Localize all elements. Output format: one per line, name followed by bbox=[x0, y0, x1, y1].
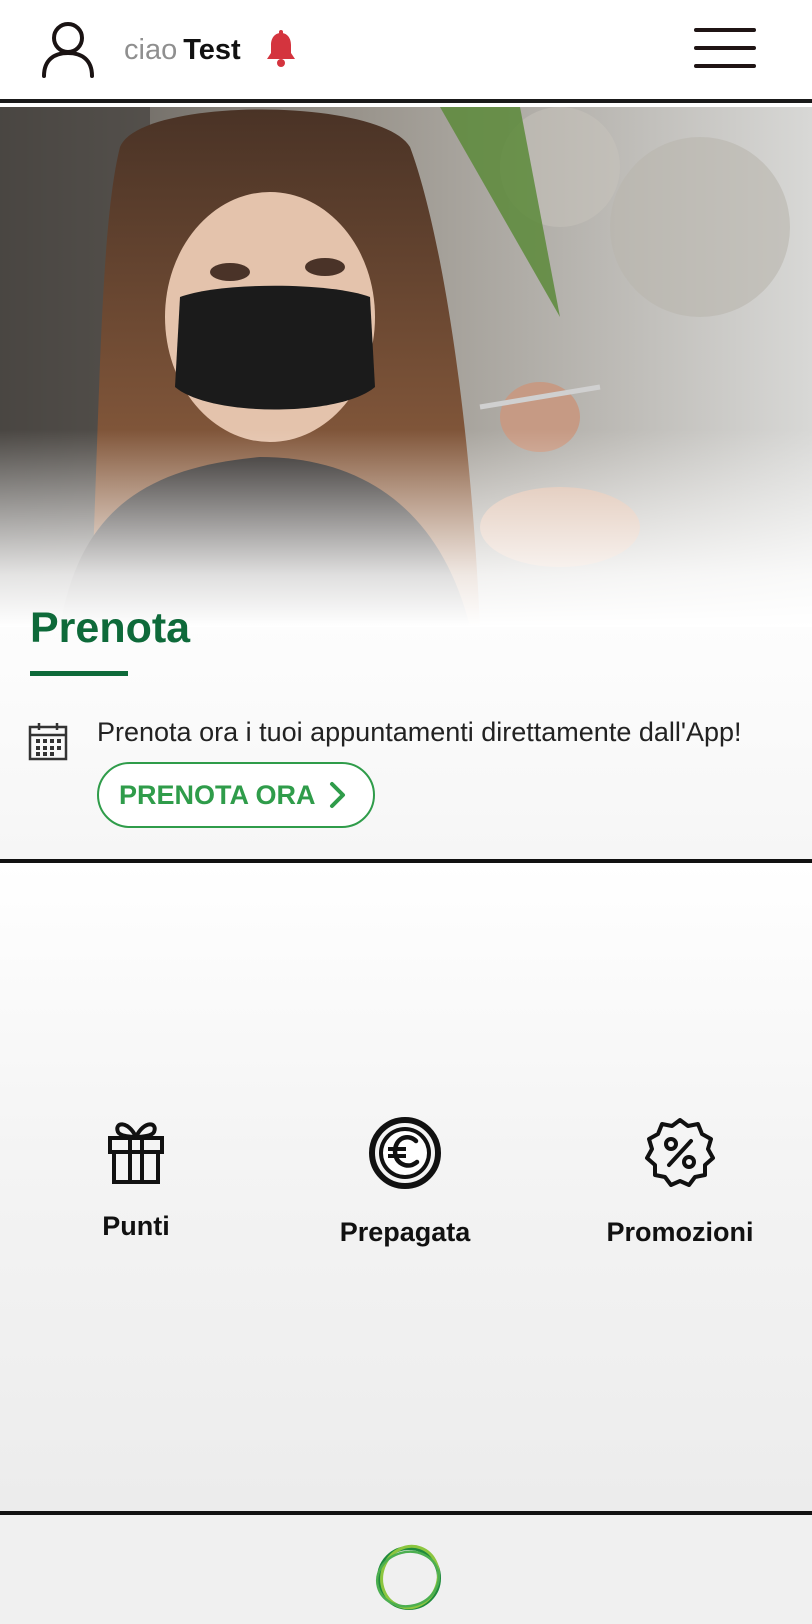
ring-logo-icon[interactable] bbox=[374, 1543, 444, 1613]
booking-description: Prenota ora i tuoi appuntamenti direttam… bbox=[97, 717, 742, 747]
greeting-prefix: ciao bbox=[124, 34, 178, 66]
action-label: Promozioni bbox=[606, 1217, 754, 1247]
booking-hero: Prenota Prenota ora i tuoi appuntamenti … bbox=[0, 107, 812, 859]
quick-actions: Punti Prepagata Promozioni bbox=[0, 863, 812, 1511]
calendar-icon bbox=[28, 723, 68, 761]
title-underline bbox=[30, 671, 128, 676]
book-now-button[interactable]: PRENOTA ORA bbox=[97, 762, 375, 828]
greeting: ciao Test bbox=[124, 30, 241, 70]
action-prepagata[interactable]: Prepagata bbox=[295, 1116, 515, 1250]
hamburger-menu-icon[interactable] bbox=[692, 22, 760, 74]
bell-icon[interactable] bbox=[264, 30, 298, 68]
bottom-bar bbox=[0, 1515, 812, 1624]
app-header: ciao Test bbox=[0, 0, 812, 103]
chevron-right-icon bbox=[329, 782, 345, 808]
book-now-label: PRENOTA ORA bbox=[119, 779, 316, 810]
user-name: Test bbox=[183, 34, 241, 66]
action-label: Prepagata bbox=[339, 1217, 471, 1247]
hero-fade-overlay bbox=[0, 107, 812, 627]
percent-badge-icon bbox=[645, 1118, 715, 1187]
action-label: Punti bbox=[102, 1211, 170, 1241]
section-title: Prenota bbox=[30, 604, 191, 652]
action-punti[interactable]: Punti bbox=[26, 1116, 246, 1244]
euro-coin-icon bbox=[369, 1117, 441, 1189]
gift-icon bbox=[108, 1122, 164, 1184]
action-promozioni[interactable]: Promozioni bbox=[570, 1116, 790, 1250]
user-icon[interactable] bbox=[40, 20, 96, 78]
